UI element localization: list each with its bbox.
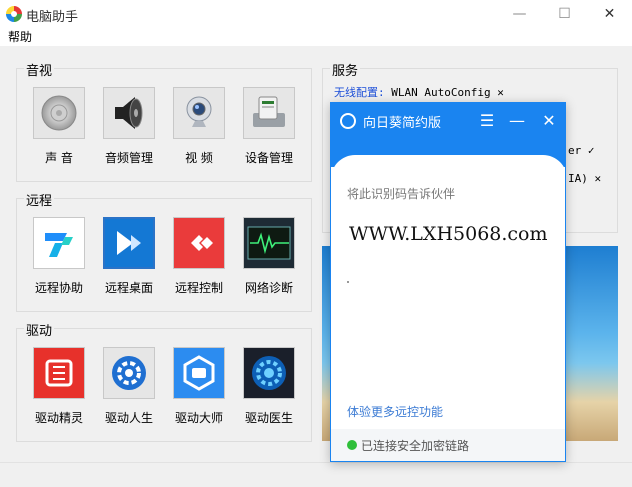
webcam-icon bbox=[173, 87, 225, 139]
device-manager-icon bbox=[243, 87, 295, 139]
driver-life-icon bbox=[103, 347, 155, 399]
tile-driver-life-label: 驱动人生 bbox=[104, 411, 153, 425]
status-bar bbox=[0, 462, 632, 487]
driver-genius-icon bbox=[33, 347, 85, 399]
tile-remote-assist[interactable]: 远程协助 bbox=[26, 217, 92, 296]
tile-remote-control[interactable]: 远程控制 bbox=[166, 217, 232, 296]
sunlogin-dot bbox=[347, 281, 349, 283]
service-row-wlan-value: WLAN AutoConfig bbox=[391, 86, 491, 99]
sunlogin-logo-icon bbox=[340, 113, 356, 129]
tile-device-manage-label: 设备管理 bbox=[244, 151, 293, 165]
sunlogin-minimize-button[interactable]: — bbox=[505, 109, 529, 131]
group-title-audio-video: 音视 bbox=[24, 60, 55, 79]
status-dot-icon bbox=[347, 440, 357, 450]
tile-driver-life[interactable]: 驱动人生 bbox=[96, 347, 162, 426]
minimize-button[interactable]: — bbox=[497, 0, 542, 28]
tile-sound[interactable]: 声 音 bbox=[26, 87, 92, 166]
tile-driver-genius[interactable]: 驱动精灵 bbox=[26, 347, 92, 426]
service-row-wlan-key: 无线配置: bbox=[334, 86, 385, 99]
close-button[interactable]: ✕ bbox=[587, 0, 632, 28]
service-title: 服务 bbox=[330, 60, 361, 79]
sunlogin-close-button[interactable]: ✕ bbox=[537, 109, 561, 131]
remote-control-icon bbox=[173, 217, 225, 269]
service-row-wlan-close[interactable]: ✕ bbox=[497, 86, 504, 99]
group-title-driver: 驱动 bbox=[24, 320, 55, 339]
menu-icon[interactable]: ☰ bbox=[475, 109, 499, 131]
tile-driver-master[interactable]: 驱动大师 bbox=[166, 347, 232, 426]
speaker-icon bbox=[33, 87, 85, 139]
app-icon bbox=[6, 6, 22, 22]
service-row-3-tail: IA) ✕ bbox=[568, 172, 602, 185]
tile-remote-control-label: 远程控制 bbox=[174, 281, 223, 295]
tile-driver-doctor-label: 驱动医生 bbox=[244, 411, 293, 425]
tile-driver-doctor[interactable]: 驱动医生 bbox=[236, 347, 302, 426]
tile-remote-assist-label: 远程协助 bbox=[34, 281, 83, 295]
sunlogin-title: 向日葵简约版 bbox=[363, 116, 442, 131]
group-title-remote: 远程 bbox=[24, 190, 55, 209]
maximize-button[interactable]: ☐ bbox=[542, 0, 587, 28]
tile-audio-manage-label: 音频管理 bbox=[104, 151, 153, 165]
tile-audio-manage[interactable]: 音频管理 bbox=[96, 87, 162, 166]
service-row-wlan[interactable]: 无线配置: WLAN AutoConfig ✕ bbox=[334, 84, 504, 100]
service-row-2-tail: er ✓ bbox=[568, 144, 595, 157]
sunlogin-more-link[interactable]: 体验更多远控功能 bbox=[347, 403, 443, 420]
driver-master-icon bbox=[173, 347, 225, 399]
sunlogin-window: 向日葵简约版 ☰ — ✕ 将此识别码告诉伙伴 WWW.LXH5068.com 体… bbox=[330, 102, 566, 462]
sunlogin-status: 已连接安全加密链路 bbox=[361, 439, 470, 453]
tile-video[interactable]: 视 频 bbox=[166, 87, 232, 166]
window-title: 电脑助手 bbox=[26, 10, 79, 25]
menu-bar: 帮助 bbox=[0, 28, 632, 46]
tile-remote-desktop[interactable]: 远程桌面 bbox=[96, 217, 162, 296]
tile-device-manage[interactable]: 设备管理 bbox=[236, 87, 302, 166]
tile-driver-genius-label: 驱动精灵 bbox=[34, 411, 83, 425]
sunlogin-code: WWW.LXH5068.com bbox=[349, 223, 548, 245]
network-diagnosis-icon bbox=[243, 217, 295, 269]
todesk-icon bbox=[33, 217, 85, 269]
tile-remote-desktop-label: 远程桌面 bbox=[104, 281, 153, 295]
tile-video-label: 视 频 bbox=[185, 151, 213, 165]
tile-network-diagnosis[interactable]: 网络诊断 bbox=[236, 217, 302, 296]
tile-driver-master-label: 驱动大师 bbox=[174, 411, 223, 425]
loudspeaker-icon bbox=[103, 87, 155, 139]
remote-desktop-icon bbox=[103, 217, 155, 269]
title-bar: 电脑助手 — ☐ ✕ bbox=[0, 0, 632, 28]
sunlogin-hint: 将此识别码告诉伙伴 bbox=[347, 187, 456, 201]
sunlogin-footer: 已连接安全加密链路 bbox=[331, 429, 565, 461]
tile-sound-label: 声 音 bbox=[45, 151, 73, 165]
driver-doctor-icon bbox=[243, 347, 295, 399]
menu-help[interactable]: 帮助 bbox=[8, 28, 32, 45]
tile-network-diagnosis-label: 网络诊断 bbox=[244, 281, 293, 295]
